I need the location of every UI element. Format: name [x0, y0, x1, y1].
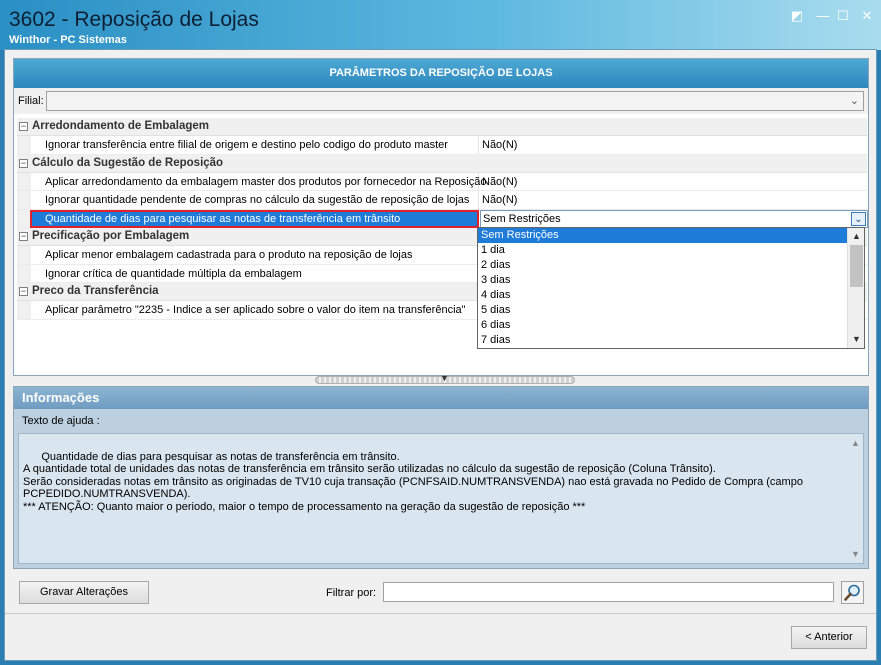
property-name: Aplicar menor embalagem cadastrada para … [45, 249, 413, 261]
property-name: Quantidade de dias para pesquisar as not… [45, 212, 401, 225]
filial-select[interactable]: ⌄ [46, 91, 864, 111]
category-label: Precificação por Embalagem [32, 230, 190, 242]
title-bar: 3602 - Reposição de Lojas Winthor - PC S… [0, 0, 881, 50]
category-label: Cálculo da Sugestão de Reposição [32, 156, 224, 169]
dropdown-option[interactable]: Sem Restrições [478, 228, 864, 243]
chevron-down-icon: ▼ [440, 373, 449, 383]
property-name: Aplicar arredondamento da embalagem mast… [45, 175, 487, 188]
back-button[interactable]: < Anterior [791, 626, 867, 649]
close-button[interactable]: ✕ [858, 8, 876, 24]
category-row[interactable]: − Cálculo da Sugestão de Reposição [17, 154, 867, 173]
property-row[interactable]: Ignorar quantidade pendente de compras n… [17, 191, 867, 210]
scroll-up-icon[interactable]: ▲ [851, 437, 860, 450]
search-icon [844, 584, 860, 601]
category-label: Arredondamento de Embalagem [32, 120, 210, 132]
scroll-thumb[interactable] [850, 245, 863, 287]
dropdown-option[interactable]: 2 dias [478, 258, 864, 273]
days-dropdown-list[interactable]: Sem Restrições 1 dia 2 dias 3 dias 4 dia… [477, 227, 865, 349]
window-title: 3602 - Reposição de Lojas [9, 8, 259, 31]
days-combo[interactable]: Sem Restrições ⌄ [480, 209, 868, 228]
info-panel-header: Informações [14, 387, 868, 409]
category-row[interactable]: − Arredondamento de Embalagem [17, 118, 867, 136]
dropdown-option[interactable]: 5 dias [478, 303, 864, 318]
dropdown-option[interactable]: 1 dia [478, 243, 864, 258]
minimize-button[interactable]: — [814, 8, 832, 24]
filial-row: Filial: ⌄ [14, 88, 868, 114]
footer-divider [5, 613, 876, 614]
filial-label: Filial: [18, 95, 44, 107]
property-row-selected[interactable]: Quantidade de dias para pesquisar as not… [17, 209, 868, 228]
dropdown-option[interactable]: 3 dias [478, 273, 864, 288]
collapse-icon[interactable]: − [19, 122, 28, 131]
dropdown-option[interactable]: 6 dias [478, 318, 864, 333]
scroll-down-icon[interactable]: ▼ [851, 334, 862, 345]
property-value[interactable]: Não(N) [482, 194, 517, 206]
property-name: Ignorar quantidade pendente de compras n… [45, 194, 470, 206]
scroll-up-icon[interactable]: ▲ [851, 231, 862, 242]
scroll-down-icon[interactable]: ▼ [851, 548, 860, 561]
chevron-down-icon[interactable]: ⌄ [851, 211, 866, 226]
window-subtitle: Winthor - PC Sistemas [9, 34, 127, 46]
property-row[interactable]: Aplicar arredondamento da embalagem mast… [17, 172, 867, 191]
panel-splitter[interactable]: ▼ [315, 373, 575, 384]
property-row[interactable]: Ignorar transferência entre filial de or… [17, 136, 867, 155]
dropdown-option[interactable]: 7 dias [478, 333, 864, 348]
days-combo-value: Sem Restrições [483, 212, 561, 225]
params-panel-header: PARÂMETROS DA REPOSIÇÃO DE LOJAS [14, 59, 868, 88]
info-panel: Informações Texto de ajuda : Quantidade … [13, 386, 869, 569]
main-frame: PARÂMETROS DA REPOSIÇÃO DE LOJAS Filial:… [4, 49, 877, 661]
help-label: Texto de ajuda : [22, 415, 100, 427]
dropdown-option[interactable]: 4 dias [478, 288, 864, 303]
search-button[interactable] [841, 581, 864, 604]
property-value[interactable]: Não(N) [482, 176, 517, 188]
property-name: Aplicar parâmetro "2235 - Indice a ser a… [45, 304, 466, 316]
maximize-button[interactable]: ☐ [834, 8, 852, 24]
filter-label: Filtrar por: [326, 587, 377, 599]
property-name: Ignorar transferência entre filial de or… [45, 139, 448, 151]
property-value[interactable]: Não(N) [482, 139, 517, 151]
chevron-down-icon[interactable]: ⌄ [850, 94, 859, 107]
restore-icon[interactable]: ◩ [788, 8, 806, 24]
help-scrollbar[interactable]: ▲ ▼ [849, 435, 862, 562]
filter-input[interactable] [383, 582, 834, 602]
collapse-icon[interactable]: − [19, 232, 28, 241]
collapse-icon[interactable]: − [19, 158, 28, 168]
dropdown-scrollbar[interactable]: ▲ ▼ [847, 228, 864, 348]
help-text[interactable]: Quantidade de dias para pesquisar as not… [18, 433, 864, 564]
save-button[interactable]: Gravar Alterações [19, 581, 149, 604]
property-name: Ignorar crítica de quantidade múltipla d… [45, 267, 302, 280]
collapse-icon[interactable]: − [19, 287, 28, 296]
help-text-content: Quantidade de dias para pesquisar as not… [23, 450, 803, 513]
category-label: Preco da Transferência [32, 285, 159, 297]
